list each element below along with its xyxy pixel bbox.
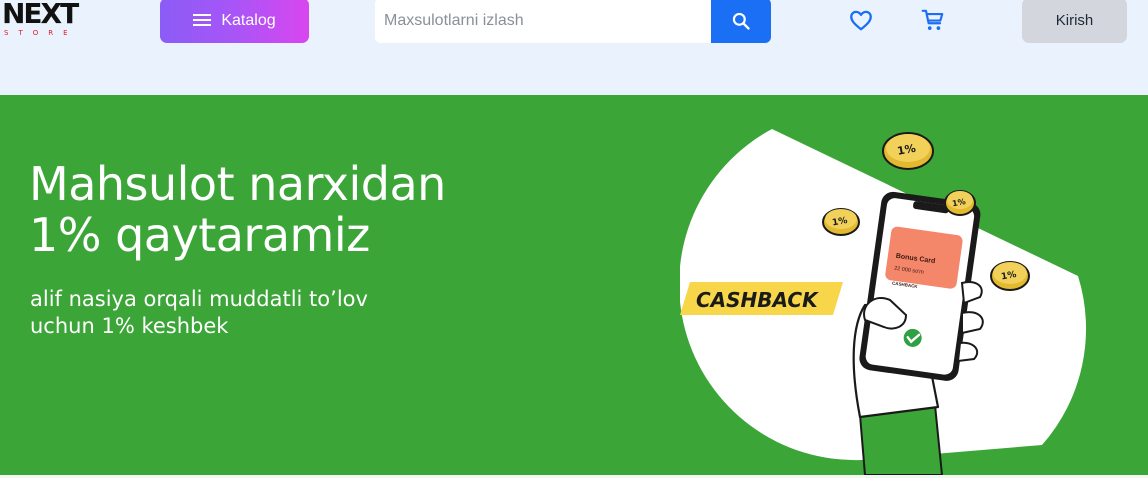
search-input[interactable] [375, 0, 711, 43]
top-header: NEXT STORE Katalog Kirish [0, 0, 1148, 95]
coin-icon: 1% [882, 132, 934, 170]
favorites-button[interactable] [848, 7, 874, 33]
catalog-button[interactable]: Katalog [160, 0, 309, 43]
login-button[interactable]: Kirish [1022, 0, 1127, 43]
cart-icon [921, 9, 944, 30]
search-button[interactable] [711, 0, 771, 43]
coin-icon: 1% [990, 261, 1030, 291]
subtitle-line-1: alif nasiya orqali muddatli to’lov [30, 287, 368, 311]
subtitle-line-2: uchun 1% keshbek [30, 314, 229, 338]
headline-line-2: 1% qaytaramiz [29, 208, 370, 262]
promo-banner[interactable]: Mahsulot narxidan 1% qaytaramiz alif nas… [0, 95, 1148, 475]
coin-icon: 1% [822, 208, 860, 236]
headline-line-1: Mahsulot narxidan [29, 157, 446, 211]
banner-subtitle: alif nasiya orqali muddatli to’lov uchun… [30, 286, 510, 340]
catalog-label: Katalog [221, 11, 276, 29]
heart-icon [850, 10, 872, 31]
finger-shape-3 [956, 341, 979, 363]
cart-button[interactable] [920, 7, 946, 33]
search-bar [375, 0, 771, 43]
coin-icon: 1% [944, 190, 976, 216]
search-icon [732, 12, 750, 30]
finger-shape-2 [961, 311, 984, 335]
banner-headline: Mahsulot narxidan 1% qaytaramiz [29, 159, 589, 261]
cashback-text: CASHBACK [696, 288, 819, 312]
logo-text: NEXT [2, 0, 79, 30]
menu-icon [193, 14, 212, 27]
cashback-illustration: Bonus Card 22 000 so'm CASHBACK 1% 1% 1%… [680, 129, 1087, 475]
store-logo[interactable]: NEXT STORE [2, 0, 97, 40]
logo-subtext: STORE [4, 29, 78, 37]
login-label: Kirish [1055, 12, 1094, 29]
